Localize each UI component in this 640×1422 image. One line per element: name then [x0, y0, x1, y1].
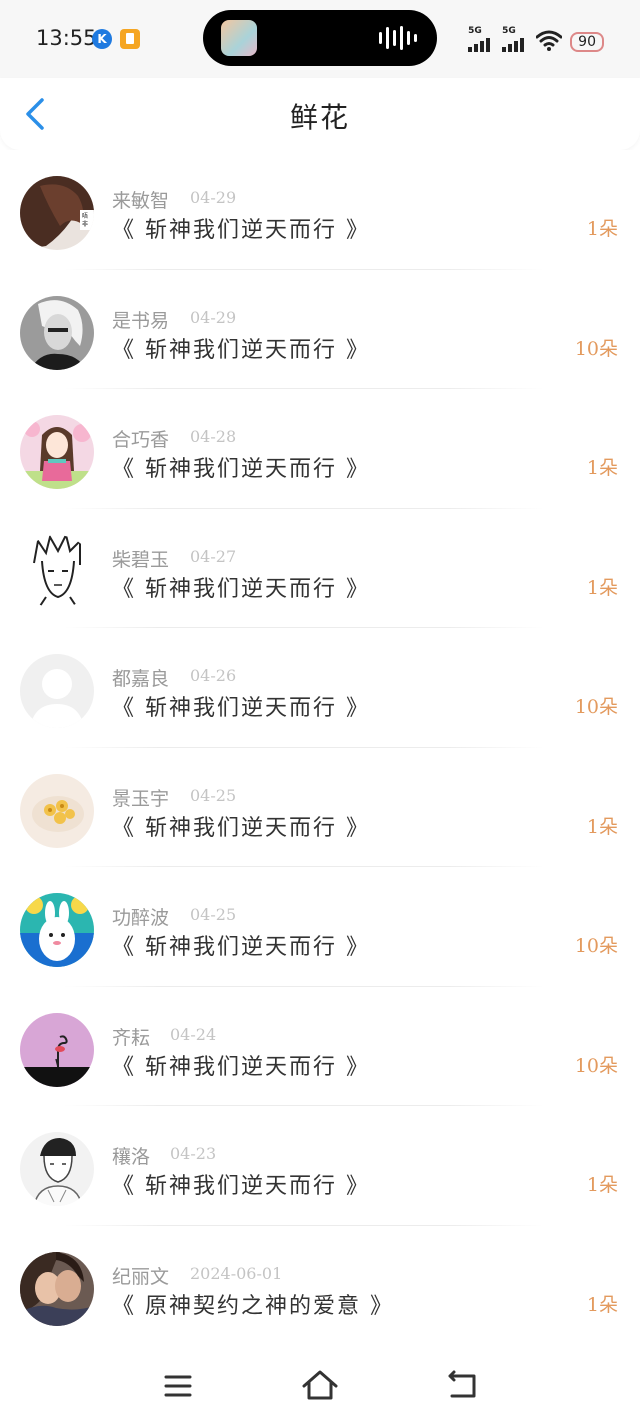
flower-count: 10朵 [574, 935, 618, 957]
date: 04-25 [190, 785, 237, 805]
flower-list: 唔 非 来敏智 04-29 《 斩神我们逆天而行 》 1朵 是书易 04-29 … [0, 150, 640, 1345]
back-nav-button[interactable] [440, 1366, 484, 1406]
date: 04-29 [190, 307, 237, 327]
audio-wave-icon [379, 26, 417, 50]
book-title[interactable]: 《 斩神我们逆天而行 》 [112, 929, 370, 961]
list-item[interactable]: 合巧香 04-28 《 斩神我们逆天而行 》 1朵 [0, 389, 640, 509]
list-item[interactable]: 纪丽文 2024-06-01 《 原神契约之神的爱意 》 1朵 [0, 1226, 640, 1346]
user-name: 是书易 [112, 309, 170, 332]
avatar[interactable] [20, 893, 94, 967]
date: 04-28 [190, 427, 237, 446]
svg-text:唔: 唔 [82, 213, 88, 220]
avatar[interactable] [20, 1251, 94, 1326]
list-item[interactable]: 景玉宇 04-25 《 斩神我们逆天而行 》 1朵 [0, 748, 640, 867]
avatar[interactable] [20, 1132, 94, 1206]
user-name: 穰洛 [112, 1146, 151, 1168]
user-name: 景玉宇 [112, 787, 170, 810]
signal-icon-1: 5G [468, 26, 494, 52]
battery-icon: 90 [570, 32, 604, 52]
list-item[interactable]: 是书易 04-29 《 斩神我们逆天而行 》 10朵 [0, 270, 640, 389]
list-item[interactable]: 都嘉良 04-26 《 斩神我们逆天而行 》 10朵 [0, 628, 640, 748]
home-button[interactable] [298, 1366, 342, 1406]
flower-count: 1朵 [586, 1293, 618, 1316]
date: 04-26 [190, 666, 237, 685]
system-nav-bar [0, 1354, 640, 1422]
user-name: 纪丽文 [112, 1265, 170, 1288]
user-name: 来敏智 [112, 190, 170, 212]
back-icon [448, 1370, 476, 1398]
avatar[interactable]: 唔 非 [20, 176, 94, 250]
book-title[interactable]: 《 斩神我们逆天而行 》 [112, 1168, 370, 1200]
flower-count: 1朵 [586, 815, 618, 838]
app-header: 鲜花 [0, 78, 640, 150]
flower-count: 1朵 [586, 1174, 618, 1196]
notes-app-icon [120, 29, 140, 49]
media-thumbnail [221, 20, 257, 56]
date: 04-29 [190, 188, 237, 207]
avatar[interactable] [20, 1012, 94, 1087]
home-icon [302, 1370, 338, 1400]
avatar[interactable] [20, 534, 94, 609]
flower-count: 10朵 [574, 1054, 618, 1077]
list-item[interactable]: 柴碧玉 04-27 《 斩神我们逆天而行 》 1朵 [0, 509, 640, 628]
list-item[interactable]: 唔 非 来敏智 04-29 《 斩神我们逆天而行 》 1朵 [0, 150, 640, 270]
user-name: 齐耘 [112, 1026, 151, 1049]
flower-count: 1朵 [586, 576, 618, 599]
signal-icon-2: 5G [502, 26, 528, 52]
date: 04-23 [170, 1144, 217, 1163]
avatar[interactable] [20, 654, 94, 728]
flower-count: 10朵 [574, 337, 618, 360]
user-name: 功醉波 [112, 907, 170, 929]
date: 2024-06-01 [190, 1263, 283, 1283]
menu-button[interactable] [156, 1366, 200, 1406]
avatar[interactable] [20, 295, 94, 370]
k-app-icon: K [92, 29, 112, 49]
user-name: 合巧香 [112, 429, 170, 451]
book-title[interactable]: 《 斩神我们逆天而行 》 [112, 332, 370, 364]
wifi-icon [536, 30, 563, 51]
user-name: 都嘉良 [112, 668, 170, 690]
flower-count: 1朵 [586, 218, 618, 240]
date: 04-24 [170, 1024, 217, 1044]
avatar[interactable] [20, 415, 94, 489]
date: 04-27 [190, 546, 237, 566]
flower-count: 10朵 [574, 696, 618, 718]
book-title[interactable]: 《 斩神我们逆天而行 》 [112, 571, 370, 603]
user-name: 柴碧玉 [112, 548, 170, 571]
date: 04-25 [190, 905, 237, 924]
list-item[interactable]: 齐耘 04-24 《 斩神我们逆天而行 》 10朵 [0, 987, 640, 1106]
status-indicators: 5G 5G 90 [468, 24, 604, 52]
avatar[interactable] [20, 773, 94, 848]
book-title[interactable]: 《 斩神我们逆天而行 》 [112, 690, 370, 722]
svg-text:非: 非 [82, 220, 88, 228]
status-time: 13:55 [36, 26, 97, 50]
book-title[interactable]: 《 原神契约之神的爱意 》 [112, 1288, 394, 1320]
menu-icon [164, 1375, 192, 1397]
book-title[interactable]: 《 斩神我们逆天而行 》 [112, 1049, 370, 1081]
page-title: 鲜花 [289, 101, 350, 134]
dynamic-island[interactable] [203, 10, 437, 66]
flower-count: 1朵 [586, 457, 618, 479]
list-item[interactable]: 穰洛 04-23 《 斩神我们逆天而行 》 1朵 [0, 1106, 640, 1226]
book-title[interactable]: 《 斩神我们逆天而行 》 [112, 810, 370, 842]
list-item[interactable]: 功醉波 04-25 《 斩神我们逆天而行 》 10朵 [0, 867, 640, 987]
book-title[interactable]: 《 斩神我们逆天而行 》 [112, 212, 370, 244]
status-bar: 13:55 K 5G 5G 90 [0, 0, 640, 78]
book-title[interactable]: 《 斩神我们逆天而行 》 [112, 451, 370, 483]
